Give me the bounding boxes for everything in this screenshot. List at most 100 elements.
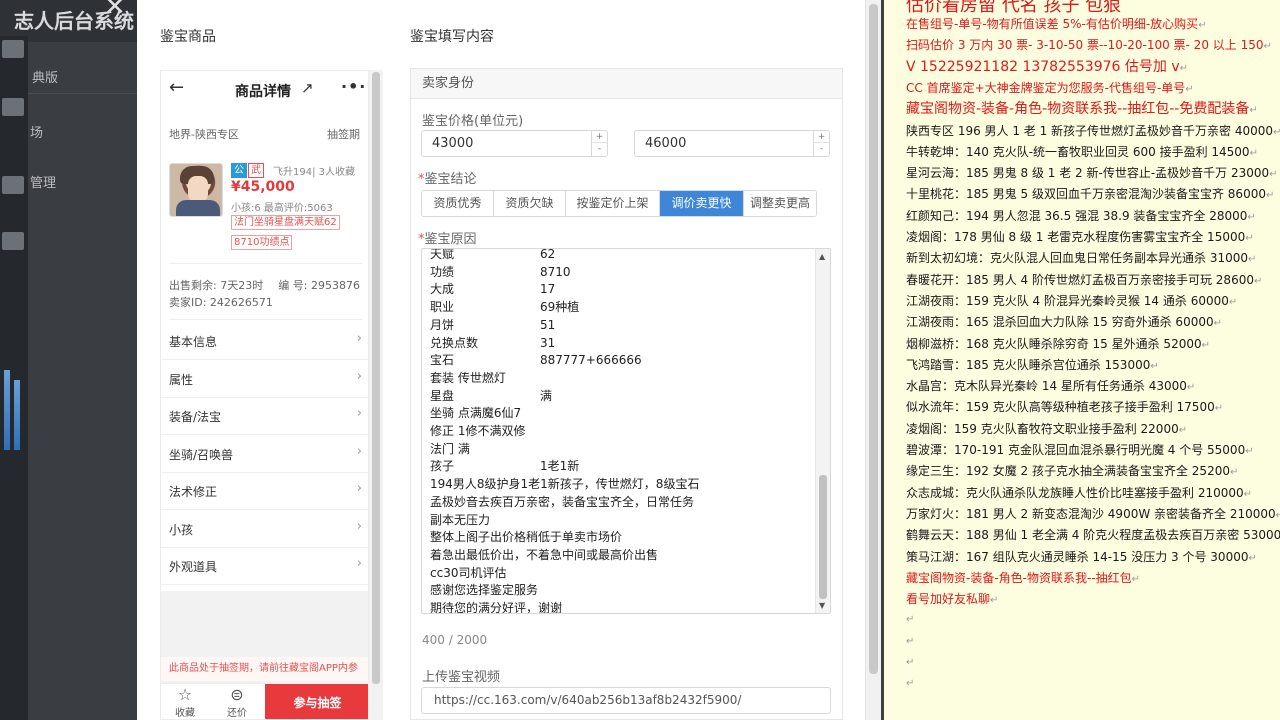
conclusion-label-text: 鉴宝结论: [424, 172, 477, 187]
product-menu-label: 基本信息: [169, 335, 218, 349]
note-line-text: 星河云海：185 男鬼 8 级 1 老 2 新-传世容止-孟极妙音千万 2300…: [906, 166, 1270, 181]
product-menu-label: 装备/法宝: [169, 410, 222, 424]
reason-textarea[interactable]: 天赋 62 功绩 8710 大成 17 职业 69种植 月饼 51 兑换点数 31 宝石 887777+6…: [421, 248, 831, 614]
return-mark-icon: ↵: [1265, 190, 1275, 202]
background-menu-item[interactable]: 场: [30, 122, 43, 141]
chevron-right-icon: ›: [356, 481, 362, 496]
conclusion-option[interactable]: 调价卖更快: [660, 191, 744, 216]
video-label: 上传鉴宝视频: [422, 670, 501, 685]
bargain-label: 还价: [227, 708, 247, 719]
background-menu[interactable]: 典版: [28, 64, 150, 94]
back-arrow-icon[interactable]: ←: [169, 77, 184, 98]
join-lottery-button[interactable]: 参与抽签: [265, 684, 368, 719]
more-icon[interactable]: ·•·: [341, 77, 366, 96]
highlight-tag: 法门坐骑星盘满天赋62: [231, 215, 340, 230]
note-line: 万家灯火：181 男人 2 新变态混淘沙 4900W 亲密装备齐全 210000…: [906, 504, 1280, 525]
return-mark-icon: ↵: [1185, 83, 1194, 95]
product-menu-item[interactable]: 属性 ›: [161, 361, 368, 398]
note-line-text: 十里桃花：185 男鬼 5 级双回血千万亲密混淘沙装备宝宝齐 86000: [906, 187, 1266, 202]
reason-value: 62: [540, 248, 556, 261]
reason-line: 功绩 8710: [430, 264, 571, 282]
reason-value: 17: [540, 282, 556, 297]
product-menu-item[interactable]: 法术修正 ›: [161, 473, 368, 510]
note-line: 十里桃花：185 男鬼 5 级双回血千万亲密混淘沙装备宝宝齐 86000↵: [906, 184, 1274, 205]
note-line: 凌烟阁：178 男仙 8 级 1 老雷克水程度伤害雾宝宝齐全 15000↵: [906, 227, 1254, 248]
decrement-icon[interactable]: -: [592, 143, 607, 155]
note-line: 星河云海：185 男鬼 8 级 1 老 2 新-传世容止-孟极妙音千万 2300…: [906, 163, 1278, 184]
video-url-input[interactable]: https://cc.163.com/v/640ab256b13af8b2432…: [421, 687, 831, 714]
reason-key: 宝石: [430, 353, 455, 368]
note-line-text: 水晶宫：克木队异光秦岭 14 星所有任务通杀 43000: [906, 379, 1187, 394]
bargain-button[interactable]: ⊜ 还价: [219, 686, 255, 720]
preview-scrollbar[interactable]: [369, 70, 383, 720]
mixer-chip[interactable]: [2, 98, 24, 116]
stepper[interactable]: + -: [591, 131, 607, 156]
background-menu-item[interactable]: 管理: [30, 172, 56, 191]
return-mark-icon: ↵: [1248, 552, 1257, 564]
product-header: ← 商品详情 ↗ ·•·: [161, 71, 368, 109]
chevron-right-icon: ›: [356, 518, 362, 534]
product-menu-label: 外观道具: [169, 560, 218, 574]
mixer-chip[interactable]: [2, 232, 24, 250]
note-line: 江湖夜雨：159 克火队 4 阶混异光秦岭灵猴 14 通杀 60000↵: [906, 291, 1237, 312]
product-menu-item[interactable]: 外观道具 ›: [161, 548, 368, 585]
level-meter: [14, 380, 20, 450]
scrollbar-thumb[interactable]: [372, 72, 380, 684]
mixer-chip[interactable]: [2, 40, 24, 58]
note-line: 牛转乾坤：140 克火队-统一畜牧职业回灵 600 接手盈利 14500↵: [906, 142, 1258, 163]
note-line: V 15225921182 13782553976 估号加 v↵: [906, 57, 1188, 78]
char-counter: 400 / 2000: [422, 633, 488, 647]
close-icon[interactable]: ✕: [104, 0, 126, 22]
increment-icon[interactable]: +: [592, 131, 607, 143]
note-line: 飞鸿踏雪：185 克火队睡杀宫位通杀 153000↵: [906, 355, 1159, 376]
reason-value: 887777+666666: [540, 353, 642, 368]
note-line-text: 藏宝阁物资-装备-角色-物资联系我--抽红包: [906, 570, 1132, 585]
mixer-chip[interactable]: [2, 176, 24, 194]
collect-label: 收藏: [175, 708, 195, 719]
price-max-input[interactable]: 46000 + -: [634, 130, 830, 157]
share-icon[interactable]: ↗: [301, 79, 314, 97]
return-mark-icon: ↵: [1131, 573, 1141, 585]
stepper[interactable]: + -: [813, 131, 829, 156]
audio-mixer-strip: [0, 36, 28, 720]
product-menu-item[interactable]: 小孩 ›: [161, 511, 368, 548]
scrollbar-thumb[interactable]: [869, 4, 878, 674]
chevron-right-icon: ›: [356, 406, 362, 421]
note-line-text: 飞鸿踏雪：185 克火队睡杀宫位通杀 153000: [906, 357, 1151, 372]
return-mark-icon: ↵: [1179, 62, 1189, 74]
conclusion-option[interactable]: 按鉴定价上架: [566, 191, 660, 216]
product-menu-item[interactable]: 坐骑/召唤兽 ›: [161, 436, 368, 473]
collect-button[interactable]: ☆ 收藏: [167, 686, 203, 720]
price-min-input[interactable]: 43000 + -: [421, 130, 608, 157]
reason-line: 孟极妙音去疾百万亲密，装备宝宝齐全，日常任务: [430, 494, 695, 509]
scroll-down-icon[interactable]: ▼: [819, 601, 825, 610]
return-mark-icon: ↵: [1273, 127, 1280, 138]
return-mark-icon: ↵: [1198, 20, 1207, 31]
conclusion-option[interactable]: 资质优秀: [422, 191, 494, 216]
character-avatar[interactable]: [169, 163, 223, 217]
highlight-tag: 8710功绩点: [231, 235, 293, 250]
note-line-text: 鹤舞云天：188 男仙 1 老全满 4 阶克火程度孟极去疾百万亲密 53000: [906, 528, 1280, 543]
reason-key: 月饼: [430, 317, 455, 332]
reason-key: 功绩: [430, 264, 455, 279]
note-line: 看号加好友私聊↵: [906, 589, 998, 610]
note-line-text: 烟柳滋桥：168 克火队睡杀除穷奇 15 星外通杀 52000: [906, 336, 1202, 351]
decrement-icon[interactable]: -: [814, 143, 829, 155]
product-menu-label: 小孩: [169, 522, 194, 537]
product-menu-item[interactable]: 基本信息 ›: [161, 323, 368, 360]
scroll-up-icon[interactable]: ▲: [819, 252, 825, 261]
note-line: 水晶宫：克木队异光秦岭 14 星所有任务通杀 43000↵: [906, 376, 1195, 397]
return-mark-icon: ↵: [906, 678, 915, 690]
product-menu-item[interactable]: 装备/法宝 ›: [161, 398, 368, 435]
return-mark-icon: ↵: [1247, 211, 1256, 223]
scrollbar-thumb[interactable]: [819, 475, 827, 599]
dialog-scrollbar[interactable]: [865, 0, 881, 720]
conclusion-option[interactable]: 资质欠缺: [494, 191, 566, 216]
note-line: 众志成城：克火队通杀队龙族睡人性价比哇塞接手盈利 210000↵: [906, 483, 1252, 504]
reason-label-text: 鉴宝原因: [424, 232, 477, 247]
reason-key: 职业: [430, 300, 455, 315]
conclusion-option[interactable]: 调整卖更高: [744, 191, 816, 216]
return-mark-icon: ↵: [1201, 339, 1210, 351]
textarea-scrollbar[interactable]: ▲ ▼: [815, 249, 830, 613]
increment-icon[interactable]: +: [814, 131, 829, 143]
